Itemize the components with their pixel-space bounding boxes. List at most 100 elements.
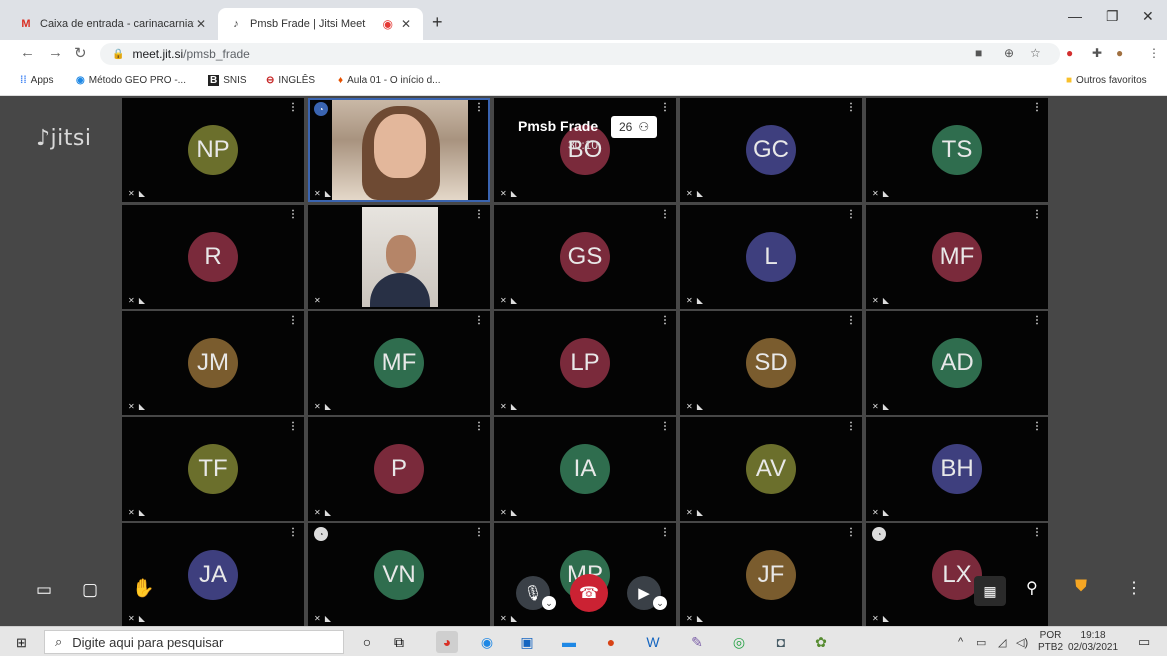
connection-indicator-icon[interactable]: ◔ <box>872 527 886 541</box>
powerpoint-icon[interactable]: ● <box>600 631 622 653</box>
close-icon[interactable]: ✕ <box>194 17 208 31</box>
bookmark-ingles[interactable]: ⊖ INGLÊS <box>266 75 315 86</box>
participant-menu-icon[interactable]: ⋮ <box>1032 315 1042 326</box>
participant-tile[interactable]: VN ◔ ⋮ ✕ ◣ <box>308 523 490 626</box>
clock[interactable]: 19:18 02/03/2021 <box>1068 630 1118 654</box>
word-icon[interactable]: W <box>642 631 664 653</box>
participant-tile[interactable]: MF ⋮ ✕ ◣ <box>866 205 1048 309</box>
participant-menu-icon[interactable]: ⋮ <box>846 315 856 326</box>
participant-tile[interactable]: NP ⋮ ✕ ◣ <box>122 98 304 202</box>
task-view-icon[interactable]: ⧉ <box>388 631 410 653</box>
participant-tile[interactable]: LP ⋮ ✕ ◣ <box>494 311 676 415</box>
participant-menu-icon[interactable]: ⋮ <box>1032 421 1042 432</box>
participant-menu-icon[interactable]: ⋮ <box>660 527 670 538</box>
raise-hand-icon[interactable]: ✋ <box>132 578 154 599</box>
participant-tile[interactable]: ⋮ ✕ <box>308 205 490 309</box>
hangup-button[interactable]: ☎ <box>570 574 608 612</box>
connection-indicator-icon[interactable]: ◔ <box>314 102 328 116</box>
reload-icon[interactable]: ↻ <box>74 44 87 62</box>
participant-menu-icon[interactable]: ⋮ <box>288 421 298 432</box>
language-indicator[interactable]: POR PTB2 <box>1038 630 1063 654</box>
participant-menu-icon[interactable]: ⋮ <box>1032 102 1042 113</box>
participant-menu-icon[interactable]: ⋮ <box>474 315 484 326</box>
participant-tile[interactable]: BH ⋮ ✕ ◣ <box>866 417 1048 521</box>
back-icon[interactable]: ← <box>20 44 35 61</box>
notifications-icon[interactable]: ▭ <box>1138 634 1150 650</box>
participant-tile[interactable]: GS ⋮ ✕ ◣ <box>494 205 676 309</box>
participant-menu-icon[interactable]: ⋮ <box>288 102 298 113</box>
participant-menu-icon[interactable]: ⋮ <box>660 421 670 432</box>
participant-tile[interactable]: GC ⋮ ✕ ◣ <box>680 98 862 202</box>
participant-menu-icon[interactable]: ⋮ <box>660 102 670 113</box>
participant-tile[interactable]: JM ⋮ ✕ ◣ <box>122 311 304 415</box>
file-explorer-icon[interactable]: ▬ <box>558 631 580 653</box>
participant-tile[interactable]: P ⋮ ✕ ◣ <box>308 417 490 521</box>
participant-tile[interactable]: TF ⋮ ✕ ◣ <box>122 417 304 521</box>
invite-people-icon[interactable]: ⚲ <box>1026 578 1038 598</box>
restore-button[interactable]: ❐ <box>1106 8 1119 25</box>
bookmark-snis[interactable]: B SNIS <box>208 75 247 86</box>
security-shield-icon[interactable]: ⛊ <box>1075 578 1087 596</box>
participant-tile[interactable]: TS ⋮ ✕ ◣ <box>866 98 1048 202</box>
participant-menu-icon[interactable]: ⋮ <box>288 209 298 220</box>
taskbar-search-input[interactable]: ⌕ Digite aqui para pesquisar <box>44 630 344 654</box>
participant-menu-icon[interactable]: ⋮ <box>846 102 856 113</box>
participant-menu-icon[interactable]: ⋮ <box>288 527 298 538</box>
paint-icon[interactable]: ✎ <box>686 631 708 653</box>
paint-3d-icon[interactable]: ✿ <box>810 631 832 653</box>
bookmark-apps[interactable]: ⁞⁞ Apps <box>20 75 53 86</box>
camera-icon[interactable]: ■ <box>975 46 982 60</box>
camera-options-chevron-icon[interactable]: ⌄ <box>653 596 667 610</box>
whatsapp-icon[interactable]: ◎ <box>728 631 750 653</box>
participant-menu-icon[interactable]: ⋮ <box>288 315 298 326</box>
address-bar[interactable]: 🔒 meet.jit.si /pmsb_frade <box>100 43 1060 65</box>
chat-icon[interactable]: ▭ <box>36 580 52 600</box>
connection-indicator-icon[interactable]: ◔ <box>314 527 328 541</box>
more-options-icon[interactable]: ⋮ <box>1126 578 1142 598</box>
participant-tile[interactable]: ◔ ⋮ ✕ ◣ <box>308 98 490 202</box>
windows-start-icon[interactable]: ⊞ <box>16 635 27 651</box>
tab-gmail[interactable]: M Caixa de entrada - carinacarniato ✕ <box>8 8 218 40</box>
close-icon[interactable]: ✕ <box>399 17 413 31</box>
participant-menu-icon[interactable]: ⋮ <box>846 421 856 432</box>
network-icon[interactable]: ◿ <box>998 636 1006 649</box>
camera-app-icon[interactable]: ◘ <box>770 631 792 653</box>
participant-tile[interactable]: L ⋮ ✕ ◣ <box>680 205 862 309</box>
star-icon[interactable]: ☆ <box>1030 46 1041 60</box>
menu-icon[interactable]: ⋮ <box>1148 46 1160 60</box>
screen-share-icon[interactable]: ▢ <box>82 580 98 600</box>
install-icon[interactable]: ⊕ <box>1004 46 1014 60</box>
participant-menu-icon[interactable]: ⋮ <box>474 421 484 432</box>
participant-menu-icon[interactable]: ⋮ <box>846 527 856 538</box>
bookmark-geo[interactable]: ◉ Método GEO PRO -... <box>76 75 186 86</box>
participant-tile[interactable]: JA ⋮ ✕ ◣ <box>122 523 304 626</box>
forward-icon[interactable]: → <box>48 44 63 61</box>
new-tab-button[interactable]: + <box>432 12 443 33</box>
profile-avatar[interactable]: ● <box>1116 46 1123 60</box>
participant-tile[interactable]: MF ⋮ ✕ ◣ <box>308 311 490 415</box>
participant-menu-icon[interactable]: ⋮ <box>846 209 856 220</box>
participant-menu-icon[interactable]: ⋮ <box>660 209 670 220</box>
close-window-button[interactable]: ✕ <box>1142 8 1154 25</box>
mic-options-chevron-icon[interactable]: ⌄ <box>542 596 556 610</box>
participant-menu-icon[interactable]: ⋮ <box>1032 209 1042 220</box>
edge-icon[interactable]: ◉ <box>476 631 498 653</box>
bookmark-aula[interactable]: ♦ Aula 01 - O início d... <box>338 75 441 86</box>
participant-tile[interactable]: R ⋮ ✕ ◣ <box>122 205 304 309</box>
participant-menu-icon[interactable]: ⋮ <box>660 315 670 326</box>
participant-menu-icon[interactable]: ⋮ <box>474 527 484 538</box>
participant-tile[interactable]: AV ⋮ ✕ ◣ <box>680 417 862 521</box>
tab-jitsi[interactable]: ♪ Pmsb Frade | Jitsi Meet ◉ ✕ <box>218 8 423 40</box>
participant-menu-icon[interactable]: ⋮ <box>474 102 484 113</box>
participant-tile[interactable]: SD ⋮ ✕ ◣ <box>680 311 862 415</box>
store-icon[interactable]: ▣ <box>516 631 538 653</box>
cortana-icon[interactable]: ○ <box>356 631 378 653</box>
tile-view-icon[interactable]: ▦ <box>974 576 1006 606</box>
participant-tile[interactable]: BO 30:10 ⋮ ✕ ◣ <box>494 98 676 202</box>
participant-tile[interactable]: IA ⋮ ✕ ◣ <box>494 417 676 521</box>
chrome-icon[interactable]: ◕ <box>436 631 458 653</box>
battery-icon[interactable]: ▭ <box>976 636 986 649</box>
extension-pin-icon[interactable]: ● <box>1066 46 1073 60</box>
tray-chevron-icon[interactable]: ^ <box>958 636 963 648</box>
bookmark-other[interactable]: ■ Outros favoritos <box>1066 75 1147 86</box>
